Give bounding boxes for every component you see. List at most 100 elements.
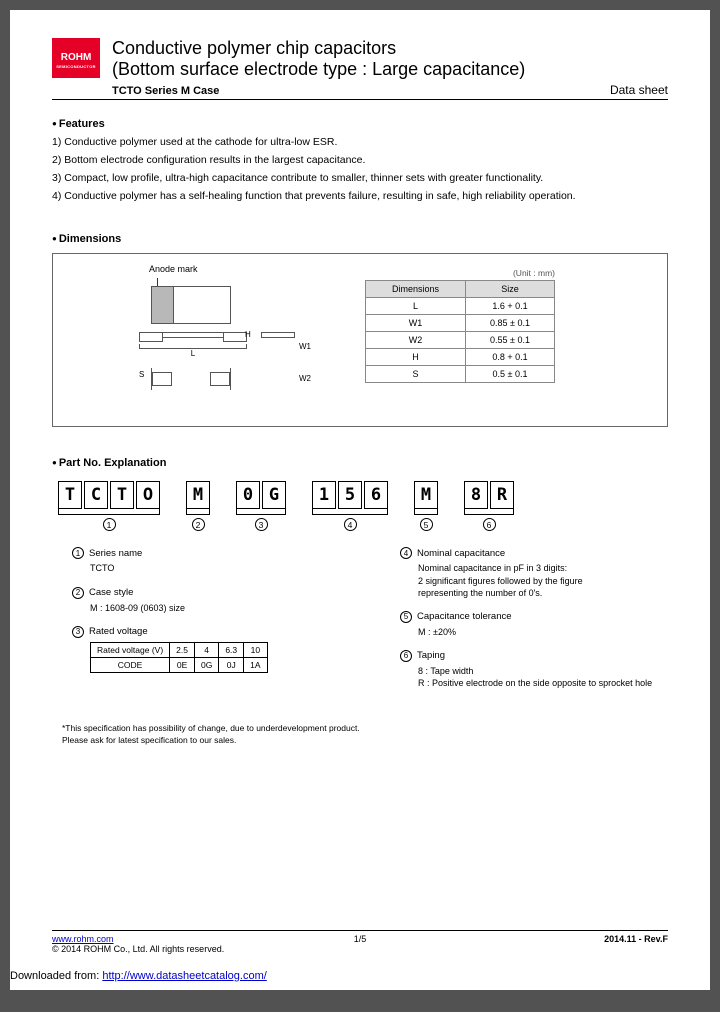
partno-char: M xyxy=(414,481,438,509)
partno-row: TCTO1M20G31564M58R6 xyxy=(58,481,668,531)
partno-group: TCTO1 xyxy=(58,481,160,531)
chip-top-view xyxy=(151,286,231,324)
downloaded-link[interactable]: http://www.datasheetcatalog.com/ xyxy=(102,970,266,982)
title-line1: Conductive polymer chip capacitors xyxy=(112,38,668,59)
dim-cell: H xyxy=(366,349,466,366)
partno-index: 4 xyxy=(344,518,357,531)
datasheet-page: ROHM SEMICONDUCTOR Conductive polymer ch… xyxy=(10,10,710,990)
explain-left: 1Series nameTCTO2Case styleM : 1608-09 (… xyxy=(72,547,340,701)
partno-char: 6 xyxy=(364,481,388,509)
volt-cell: 0G xyxy=(194,657,218,672)
explain-item: 1Series nameTCTO xyxy=(72,547,340,574)
chip-side-view xyxy=(139,332,247,338)
partno-group: M5 xyxy=(414,481,438,531)
explain-index: 4 xyxy=(400,547,412,559)
dimension-drawing: Anode mark H L W1 S W2 xyxy=(125,268,325,408)
partno-index: 5 xyxy=(420,518,433,531)
dim-label-L: L xyxy=(139,348,247,358)
explanation-columns: 1Series nameTCTO2Case styleM : 1608-09 (… xyxy=(72,547,668,701)
series-name: TCTO Series M Case xyxy=(112,85,219,97)
subtitle-row: TCTO Series M Case Data sheet xyxy=(112,83,668,97)
dim-label-H: H xyxy=(245,330,251,339)
partno-index: 6 xyxy=(483,518,496,531)
disclaimer: *This specification has possibility of c… xyxy=(62,723,668,747)
explain-index: 6 xyxy=(400,650,412,662)
downloaded-from: Downloaded from: http://www.datasheetcat… xyxy=(10,970,267,982)
dim-cell: 0.5 ± 0.1 xyxy=(466,366,555,383)
explain-title: Capacitance tolerance xyxy=(417,611,512,622)
dimensions-heading: Dimensions xyxy=(52,233,668,245)
dim-cell: 0.8 + 0.1 xyxy=(466,349,555,366)
explain-body: M : 1608-09 (0603) size xyxy=(90,602,340,614)
partno-char: O xyxy=(136,481,160,509)
features-list: 1) Conductive polymer used at the cathod… xyxy=(52,134,668,205)
explain-item: 4Nominal capacitanceNominal capacitance … xyxy=(400,547,668,598)
anode-mark-label: Anode mark xyxy=(149,264,198,274)
explain-title: Taping xyxy=(417,650,445,661)
dim-cell: L xyxy=(366,298,466,315)
partno-char: 1 xyxy=(312,481,336,509)
header-rule xyxy=(52,99,668,100)
dim-th: Size xyxy=(466,281,555,298)
footer-left: www.rohm.com © 2014 ROHM Co., Ltd. All r… xyxy=(52,934,224,954)
volt-cell: 0J xyxy=(219,657,244,672)
explain-title: Rated voltage xyxy=(89,626,148,637)
footer-copyright: © 2014 ROHM Co., Ltd. All rights reserve… xyxy=(52,944,224,954)
partno-group: 0G3 xyxy=(236,481,286,531)
dim-label-S: S xyxy=(139,370,144,379)
partno-char: C xyxy=(84,481,108,509)
unit-label: (Unit : mm) xyxy=(365,268,555,278)
features-heading: Features xyxy=(52,118,668,130)
rohm-logo: ROHM SEMICONDUCTOR xyxy=(52,38,100,78)
dim-cell: S xyxy=(366,366,466,383)
revision: 2014.11 - Rev.F xyxy=(604,934,668,944)
explain-body: M : ±20% xyxy=(418,626,668,638)
partno-group: 1564 xyxy=(312,481,388,531)
partno-char: 8 xyxy=(464,481,488,509)
feature-item: 1) Conductive polymer used at the cathod… xyxy=(52,134,668,152)
volt-cell: 4 xyxy=(194,642,218,657)
partno-heading: Part No. Explanation xyxy=(52,457,668,469)
partno-char: T xyxy=(58,481,82,509)
partno-char: 5 xyxy=(338,481,362,509)
dim-cell: W1 xyxy=(366,315,466,332)
dim-cell: W2 xyxy=(366,332,466,349)
explain-item: 3 Rated voltage Rated voltage (V)2.546.310… xyxy=(72,626,340,673)
volt-cell: 0E xyxy=(170,657,195,672)
header: ROHM SEMICONDUCTOR Conductive polymer ch… xyxy=(52,38,668,97)
volt-cell: 2.5 xyxy=(170,642,195,657)
partno-char: M xyxy=(186,481,210,509)
explain-item: 6Taping8 : Tape widthR : Positive electr… xyxy=(400,650,668,689)
partno-char: G xyxy=(262,481,286,509)
feature-item: 3) Compact, low profile, ultra-high capa… xyxy=(52,170,668,188)
dimensions-table: DimensionsSize L1.6 + 0.1 W10.85 ± 0.1 W… xyxy=(365,280,555,383)
voltage-table: Rated voltage (V)2.546.310CODE0E0G0J1A xyxy=(90,642,268,673)
volt-cell: 6.3 xyxy=(219,642,244,657)
doc-type: Data sheet xyxy=(610,83,668,97)
explain-index: 3 xyxy=(72,626,84,638)
partno-index: 1 xyxy=(103,518,116,531)
volt-cell: 1A xyxy=(244,657,267,672)
dim-label-W1: W1 xyxy=(299,342,311,351)
chip-end-view xyxy=(261,332,295,338)
anode-region xyxy=(152,287,174,323)
downloaded-prefix: Downloaded from: xyxy=(10,970,102,982)
partno-char: 0 xyxy=(236,481,260,509)
explain-body: TCTO xyxy=(90,562,340,574)
dim-cell: 0.85 ± 0.1 xyxy=(466,315,555,332)
title-block: Conductive polymer chip capacitors (Bott… xyxy=(112,38,668,97)
page-number: 1/5 xyxy=(354,934,367,944)
feature-item: 2) Bottom electrode configuration result… xyxy=(52,152,668,170)
chip-footprint xyxy=(151,368,231,390)
partno-index: 2 xyxy=(192,518,205,531)
footer-url-link[interactable]: www.rohm.com xyxy=(52,934,114,944)
volt-cell: Rated voltage (V) xyxy=(91,642,170,657)
explain-index: 2 xyxy=(72,587,84,599)
volt-cell: CODE xyxy=(91,657,170,672)
logo-sub: SEMICONDUCTOR xyxy=(56,65,96,69)
footer: www.rohm.com © 2014 ROHM Co., Ltd. All r… xyxy=(52,930,668,954)
explain-index: 5 xyxy=(400,611,412,623)
explain-body: Nominal capacitance in pF in 3 digits:2 … xyxy=(418,562,668,598)
dim-label-W2: W2 xyxy=(299,374,311,383)
dim-cell: 1.6 + 0.1 xyxy=(466,298,555,315)
